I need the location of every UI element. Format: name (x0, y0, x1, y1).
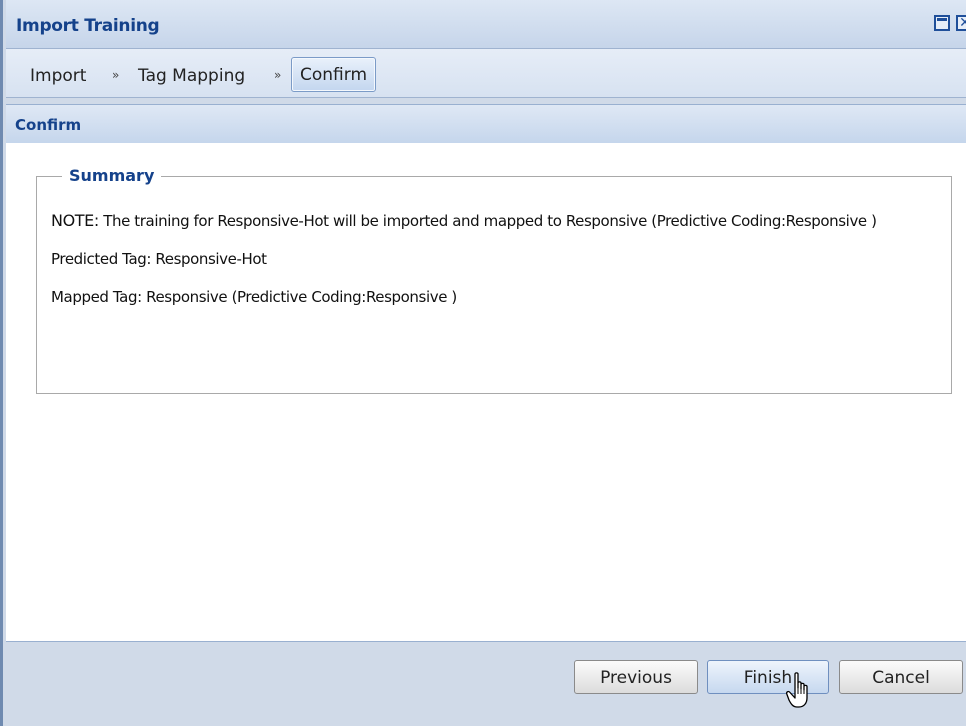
breadcrumb-step-confirm[interactable]: Confirm (291, 57, 377, 92)
previous-button[interactable]: Previous (574, 660, 698, 694)
note-text: The training for Responsive-Hot will be … (98, 212, 877, 230)
dialog-footer: Previous Finish Cancel (6, 642, 966, 726)
hand-pointer-icon (786, 672, 808, 708)
note-paragraph: NOTE: The training for Responsive-Hot wi… (51, 211, 901, 231)
panel-title: Confirm (15, 116, 82, 134)
breadcrumb: Import » Tag Mapping » Confirm (6, 49, 966, 98)
breadcrumb-separator-icon: » (112, 68, 120, 82)
close-icon[interactable]: ✕ (956, 15, 966, 31)
import-training-dialog: Import Training ✕ Import » Tag Mapping »… (0, 0, 966, 726)
mapped-tag-text: Mapped Tag: Responsive (Predictive Codin… (51, 288, 457, 306)
note-label: NOTE: (51, 211, 99, 230)
breadcrumb-step-import[interactable]: Import (30, 66, 86, 86)
summary-text: NOTE: The training for Responsive-Hot wi… (51, 211, 901, 326)
summary-legend: Summary (62, 166, 162, 185)
summary-fieldset: Summary NOTE: The training for Responsiv… (36, 166, 952, 394)
cancel-button[interactable]: Cancel (839, 660, 963, 694)
breadcrumb-step-tag-mapping[interactable]: Tag Mapping (138, 66, 245, 86)
breadcrumb-separator-icon: » (274, 68, 282, 82)
maximize-icon[interactable] (934, 15, 950, 31)
panel-header: Confirm (6, 104, 966, 144)
panel-body: Summary NOTE: The training for Responsiv… (6, 143, 966, 642)
dialog-titlebar[interactable]: Import Training ✕ (6, 0, 966, 49)
predicted-tag-text: Predicted Tag: Responsive-Hot (51, 250, 267, 268)
dialog-title: Import Training (16, 16, 160, 36)
